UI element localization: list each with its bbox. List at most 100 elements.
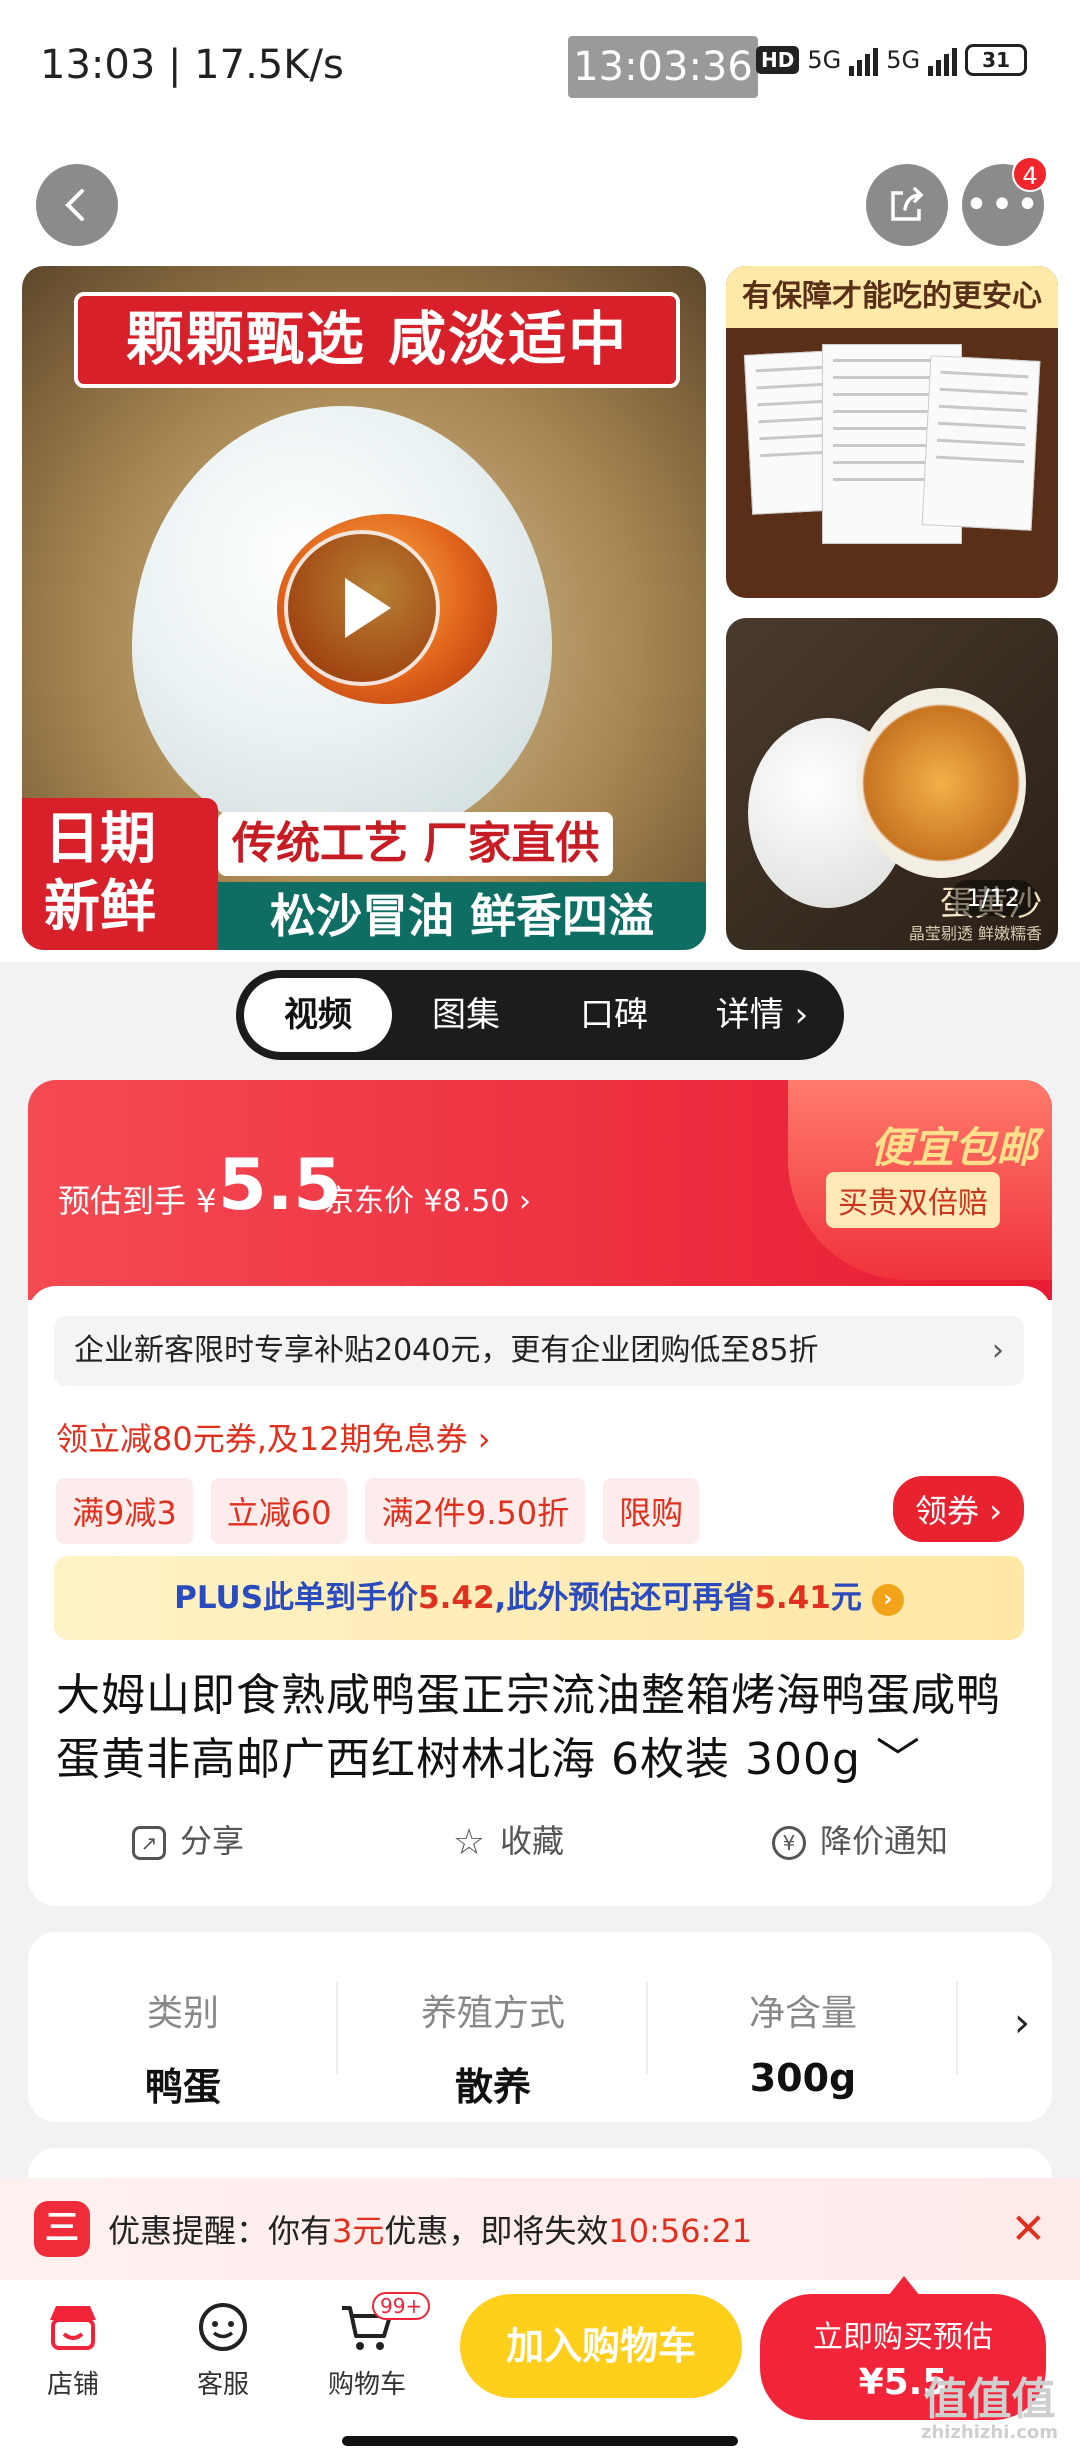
home-indicator[interactable]	[342, 2436, 738, 2446]
chevron-right-icon[interactable]: ›	[1014, 2000, 1030, 2046]
promo-reminder[interactable]: 三 优惠提醒：你有3元优惠，即将失效10:56:21 ✕	[0, 2178, 1080, 2280]
cheap-free-shipping-label[interactable]: 便宜包邮	[870, 1114, 1038, 1175]
cart-button[interactable]: 购物车 99+	[312, 2292, 431, 2401]
status-bar: 13:03 | 17.5K/s 13:03:36 HD 5G 5G 31	[0, 0, 1080, 130]
status-time-speed: 13:03 | 17.5K/s	[40, 42, 344, 88]
share-button[interactable]	[866, 164, 948, 246]
share-icon: ↗	[131, 1826, 166, 1860]
get-coupon-button[interactable]: 领券 ›	[893, 1476, 1024, 1542]
promo-reminder-text: 优惠提醒：你有3元优惠，即将失效10:56:21	[108, 2206, 752, 2252]
double-compensation-badge: 买贵双倍赔	[826, 1172, 1000, 1228]
plus-saving: 5.41	[754, 1580, 831, 1616]
price-card: 预估到手 ¥ 5.5 京东价 ¥8.50 › 便宜包邮 买贵双倍赔 企业新客限时…	[28, 1080, 1052, 1906]
image-counter: 1/12	[950, 880, 1036, 916]
fresh-label-line2: 新鲜	[44, 875, 156, 940]
promo-tag[interactable]: 立减60	[210, 1478, 348, 1544]
share-action[interactable]: ↗ 分享	[131, 1816, 244, 1862]
service-button[interactable]: 客服	[168, 2300, 278, 2401]
share-label: 分享	[179, 1822, 244, 1860]
plus-text-b: ,此外预估还可再省	[494, 1580, 755, 1616]
certificate-thumbnail[interactable]: 有保障才能吃的更安心	[726, 266, 1058, 598]
more-button[interactable]: ••• 4	[962, 156, 1048, 246]
network-label-1: 5G	[807, 46, 842, 74]
network-label-2: 5G	[886, 46, 921, 74]
bottom-bar: 店铺 客服 购物车 99+ 加入购物车 立即购买预估 ¥5.5	[0, 2276, 1080, 2460]
product-page: 13:03 | 17.5K/s 13:03:36 HD 5G 5G 31 •••…	[0, 0, 1080, 2460]
promo-tag[interactable]: 限购	[603, 1478, 700, 1544]
yolk-thumbnail[interactable]: 蛋黄沙 晶莹剔透 鲜嫩糯香 1/12	[726, 618, 1058, 950]
favorite-label: 收藏	[499, 1822, 564, 1860]
coupon-icon: 三	[34, 2201, 90, 2257]
watermark-big: 值值值	[923, 2374, 1056, 2425]
more-icon: •••	[964, 182, 1042, 228]
star-icon: ☆	[452, 1822, 486, 1863]
enterprise-notice[interactable]: 企业新客限时专享补贴2040元，更有企业团购低至85折 ›	[54, 1316, 1024, 1386]
main-headline: 颗颗甄选 咸淡适中	[74, 292, 680, 388]
cut-egg-image	[856, 688, 1026, 878]
watermark-logo: 值值值 zhizhizhi.com	[921, 2378, 1058, 2444]
cart-label: 购物车	[327, 2370, 406, 2400]
tab-reviews[interactable]: 口碑	[540, 978, 688, 1052]
attributes-card[interactable]: 类别鸭蛋 养殖方式散养 净含量 300g ›	[28, 1932, 1052, 2122]
attr-key: 类别	[146, 1993, 219, 2034]
yolk-sub-label: 晶莹剔透 鲜嫩糯香	[908, 924, 1042, 943]
plus-text-c: 元	[830, 1580, 862, 1616]
watermark-small: zhizhizhi.com	[920, 2422, 1058, 2443]
jd-price-link[interactable]: 京东价 ¥8.50 ›	[324, 1176, 531, 1220]
toast-countdown: 10:56:21	[608, 2212, 753, 2250]
favorite-action[interactable]: ☆ 收藏	[452, 1816, 564, 1862]
attr-category: 类别 鸭蛋	[28, 1932, 338, 2122]
top-nav: ••• 4	[0, 130, 1080, 270]
toast-amount: 3元	[332, 2212, 385, 2250]
certificate-title: 有保障才能吃的更安心	[726, 266, 1058, 328]
cart-count-badge: 99+	[372, 2292, 431, 2320]
service-icon	[199, 2303, 247, 2351]
plus-price: 5.42	[418, 1580, 495, 1616]
add-to-cart-button[interactable]: 加入购物车	[460, 2294, 742, 2398]
attr-key: 养殖方式	[420, 1993, 565, 2034]
buy-now-label: 立即购买预估	[813, 2320, 993, 2355]
arrow-circle-icon: ›	[871, 1583, 904, 1616]
main-video-thumbnail[interactable]: 颗颗甄选 咸淡适中 日期 新鲜 传统工艺 厂家直供 松沙冒油 鲜香四溢	[22, 266, 706, 950]
tab-video[interactable]: 视频	[244, 978, 392, 1052]
attr-value: 鸭蛋	[144, 2065, 221, 2109]
plus-price-banner[interactable]: PLUS此单到手价5.42,此外预估还可再省5.41元 ›	[54, 1556, 1024, 1640]
product-actions: ↗ 分享 ☆ 收藏 ¥ 降价通知	[28, 1816, 1052, 1862]
enterprise-notice-text: 企业新客限时专享补贴2040元，更有企业团购低至85折	[74, 1333, 819, 1368]
shop-icon	[50, 2306, 96, 2350]
promo-tags: 满9减3 立减60 满2件9.50折 限购	[56, 1478, 700, 1544]
attr-value: 300g	[749, 2056, 857, 2100]
promo-tag[interactable]: 满2件9.50折	[365, 1478, 586, 1544]
divider	[956, 1982, 958, 2074]
shop-button[interactable]: 店铺	[18, 2300, 128, 2401]
attr-key: 净含量	[748, 1993, 857, 2034]
attr-net-weight: 净含量 300g	[648, 1932, 958, 2122]
signal-icon	[849, 44, 879, 76]
notification-badge: 4	[1012, 156, 1048, 192]
signal-icon-2	[928, 44, 958, 76]
attr-farming: 养殖方式 散养	[338, 1932, 648, 2122]
attr-value: 散养	[454, 2065, 531, 2109]
toast-pre: 优惠提醒：你有	[108, 2212, 333, 2250]
report-doc-3	[921, 355, 1041, 531]
price-card-body: 企业新客限时专享补贴2040元，更有企业团购低至85折 › 领立减80元券,及12…	[28, 1286, 1052, 1906]
screen-record-clock: 13:03:36	[568, 36, 758, 98]
status-icons: HD 5G 5G 31	[756, 44, 1028, 76]
price-alert-action[interactable]: ¥ 降价通知	[771, 1816, 948, 1862]
yen-bell-icon: ¥	[771, 1826, 806, 1860]
price-alert-label: 降价通知	[819, 1822, 948, 1860]
back-button[interactable]	[36, 164, 118, 246]
promo-tag[interactable]: 满9减3	[56, 1478, 193, 1544]
estimated-price-label: 预估到手 ¥	[58, 1182, 217, 1220]
play-icon[interactable]	[284, 530, 440, 686]
chevron-right-icon: ›	[992, 1333, 1004, 1368]
tab-gallery[interactable]: 图集	[392, 978, 540, 1052]
tab-details[interactable]: 详情 ›	[688, 978, 836, 1052]
hd-icon: HD	[756, 46, 800, 74]
craft-label: 传统工艺 厂家直供	[218, 812, 614, 876]
plus-text-a: PLUS此单到手价	[174, 1580, 419, 1616]
close-icon[interactable]: ✕	[1011, 2204, 1046, 2253]
coupon-link[interactable]: 领立减80元券,及12期免息券 ›	[56, 1414, 491, 1460]
product-title[interactable]: 大姆山即食熟咸鸭蛋正宗流油整箱烤海鸭蛋咸鸭蛋黄非高邮广西红树林北海 6枚装 30…	[56, 1664, 1032, 1792]
share-icon	[891, 187, 924, 221]
